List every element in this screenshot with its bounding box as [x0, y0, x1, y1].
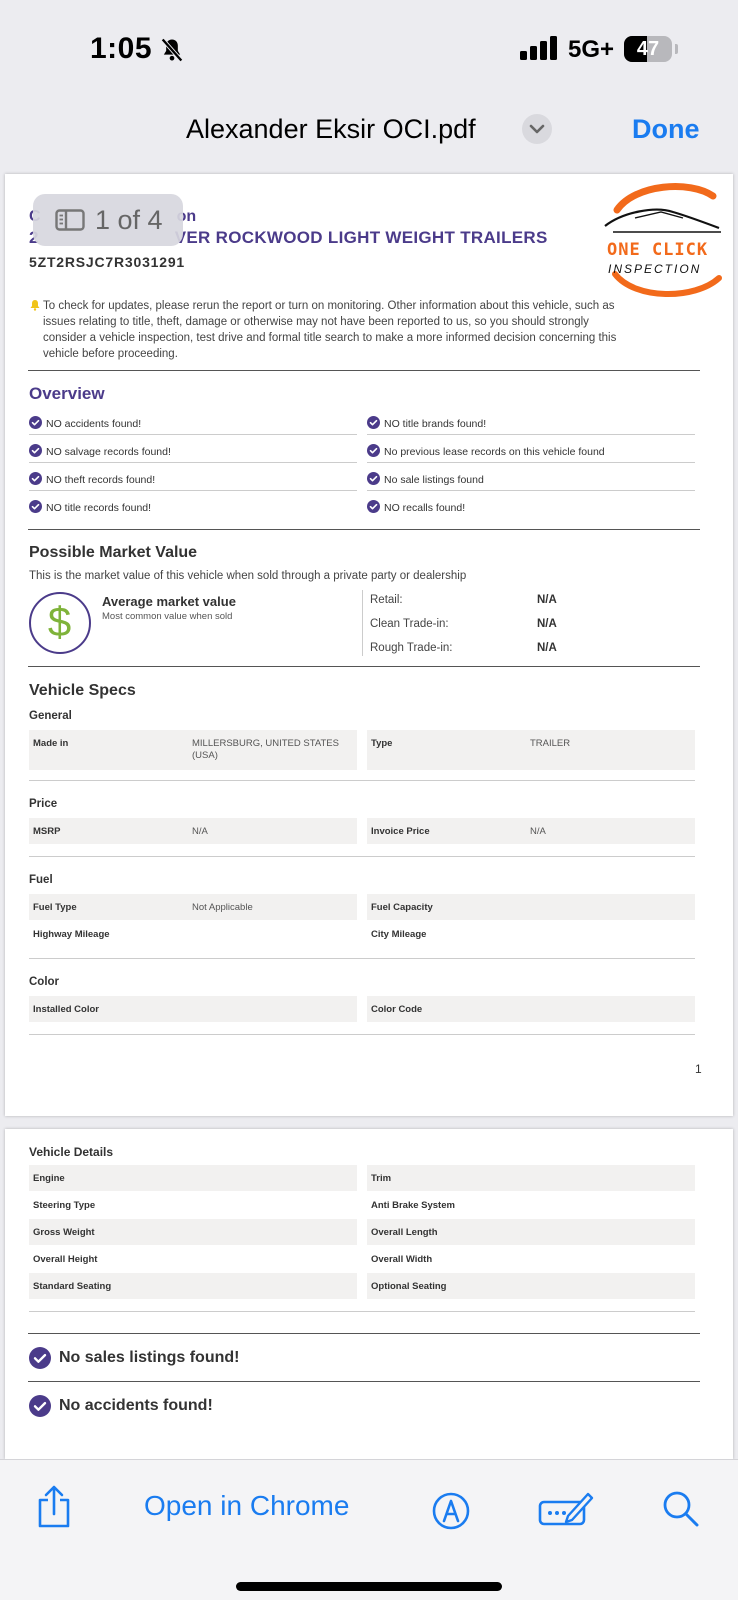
- detail-cell: Gross Weight: [29, 1219, 357, 1245]
- home-indicator[interactable]: [236, 1582, 502, 1591]
- market-row-label: Clean Trade-in:: [370, 618, 449, 630]
- nav-bar: Alexander Eksir OCI.pdf Done: [0, 96, 738, 172]
- average-market-value-label: Average market value: [102, 594, 236, 609]
- overview-heading: Overview: [29, 384, 105, 403]
- spec-cell: Color Code: [367, 996, 695, 1022]
- network-type: 5G+: [568, 36, 615, 63]
- signature-icon[interactable]: [538, 1488, 594, 1528]
- status-bar: 1:05 5G+ 47: [0, 0, 738, 96]
- detail-cell: Overall Height: [33, 1254, 98, 1265]
- check-circle-icon: [367, 472, 380, 485]
- detail-cell: Overall Width: [371, 1254, 433, 1265]
- check-circle-icon: [29, 416, 42, 429]
- battery-level: 47: [636, 38, 660, 60]
- bottom-toolbar: Open in Chrome: [0, 1459, 738, 1600]
- detail-cell: Standard Seating: [29, 1273, 357, 1299]
- markup-icon[interactable]: [432, 1492, 470, 1530]
- average-market-value-sub: Most common value when sold: [102, 611, 233, 622]
- status-time: 1:05: [90, 32, 153, 65]
- detail-cell: Overall Length: [367, 1219, 695, 1245]
- detail-cell: Engine: [29, 1165, 357, 1191]
- page-counter[interactable]: 1 of 4: [33, 194, 183, 246]
- market-row-label: Rough Trade-in:: [370, 642, 453, 654]
- spec-group-color: Color: [29, 976, 60, 988]
- document-title[interactable]: Alexander Eksir OCI.pdf: [186, 114, 476, 145]
- detail-cell: Steering Type: [33, 1200, 96, 1211]
- vehicle-specs-heading: Vehicle Specs: [29, 682, 136, 699]
- detail-cell: Optional Seating: [367, 1273, 695, 1299]
- bell-slash-icon: [161, 38, 183, 62]
- bell-icon: [30, 300, 40, 311]
- spec-group-general: General: [29, 710, 72, 722]
- check-circle-icon: [367, 500, 380, 513]
- one-click-inspection-logo: ONE CLICK INSPECTION: [595, 182, 733, 300]
- vehicle-details-heading: Vehicle Details: [29, 1145, 114, 1159]
- market-row-value: N/A: [537, 594, 557, 606]
- market-row-value: N/A: [537, 618, 557, 630]
- check-circle-icon: [29, 1395, 51, 1417]
- spec-cell: Type TRAILER: [367, 730, 695, 770]
- spec-cell: MSRP N/A: [29, 818, 357, 844]
- dollar-icon: $: [29, 592, 91, 654]
- battery-icon: 47: [624, 36, 672, 62]
- detail-cell: Trim: [367, 1165, 695, 1191]
- report-notice: To check for updates, please rerun the r…: [29, 298, 629, 362]
- spec-cell: City Mileage: [371, 929, 427, 940]
- vin: 5ZT2RSJC7R3031291: [29, 254, 186, 270]
- spec-group-fuel: Fuel: [29, 874, 53, 886]
- spec-cell: Fuel Capacity: [367, 894, 695, 920]
- detail-cell: Anti Brake System: [371, 1200, 455, 1211]
- signal-icon: [520, 36, 557, 60]
- check-circle-icon: [367, 444, 380, 457]
- sidebar-icon: [55, 209, 85, 231]
- spec-cell: Made in MILLERSBURG, UNITED STATES (USA): [29, 730, 357, 770]
- spec-cell: Highway Mileage: [33, 929, 110, 940]
- page-number: 1: [695, 1062, 702, 1076]
- page-counter-label: 1 of 4: [95, 205, 163, 235]
- market-row-value: N/A: [537, 642, 557, 654]
- share-icon[interactable]: [36, 1484, 72, 1528]
- chevron-down-icon[interactable]: [522, 114, 552, 144]
- market-value-subtitle: This is the market value of this vehicle…: [29, 570, 467, 582]
- check-circle-icon: [29, 1347, 51, 1369]
- search-icon[interactable]: [662, 1490, 700, 1528]
- pdf-page-1: 1 of 4 Con 2VER ROCKWOOD LIGHT WEIGHT TR…: [5, 174, 733, 1116]
- check-circle-icon: [367, 416, 380, 429]
- check-circle-icon: [29, 472, 42, 485]
- open-in-chrome-button[interactable]: Open in Chrome: [144, 1490, 349, 1522]
- check-circle-icon: [29, 444, 42, 457]
- market-row-label: Retail:: [370, 594, 403, 606]
- done-button[interactable]: Done: [632, 114, 700, 145]
- spec-cell: Invoice Price N/A: [367, 818, 695, 844]
- check-circle-icon: [29, 500, 42, 513]
- spec-cell: Installed Color: [29, 996, 357, 1022]
- spec-cell: Fuel Type Not Applicable: [29, 894, 357, 920]
- spec-group-price: Price: [29, 798, 58, 810]
- pdf-page-2: Vehicle Details Engine Trim Steering Typ…: [5, 1129, 733, 1459]
- market-value-heading: Possible Market Value: [29, 544, 198, 561]
